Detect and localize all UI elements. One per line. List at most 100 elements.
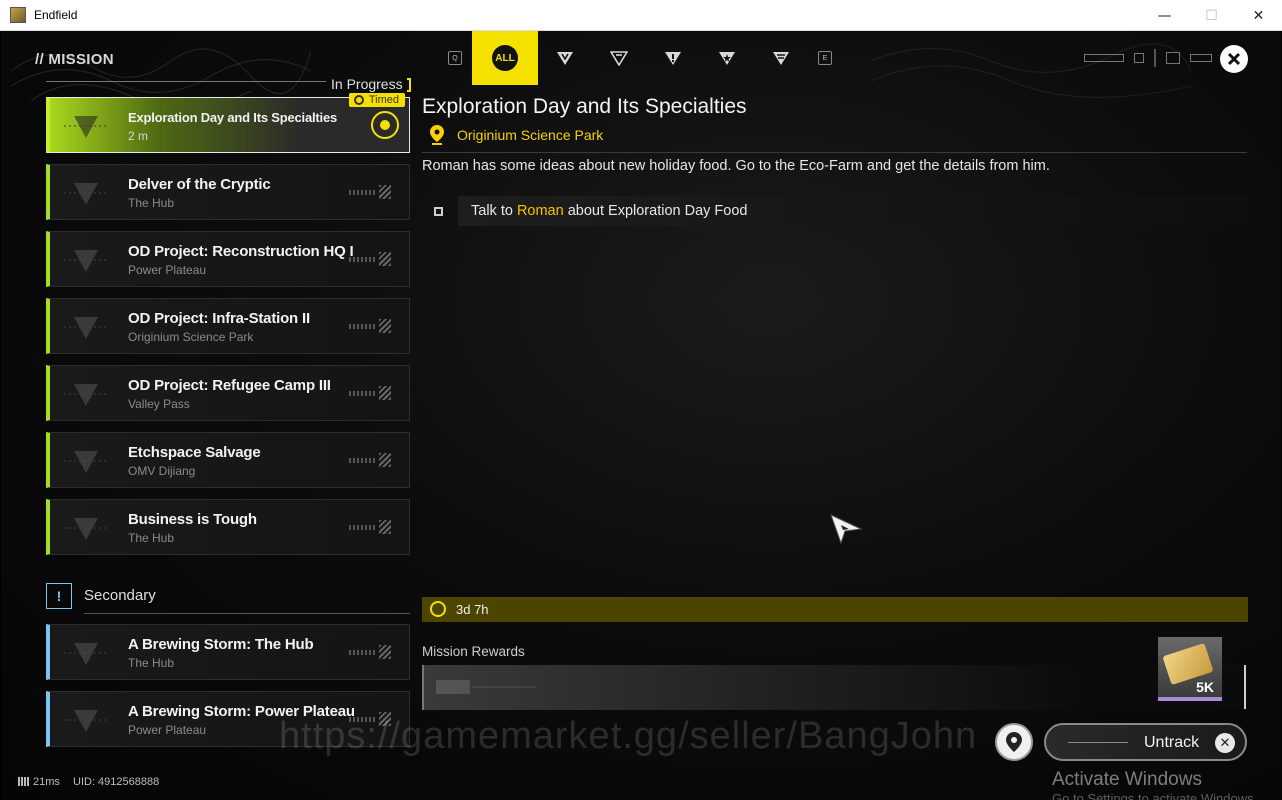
hatch-icon [379, 453, 391, 467]
hatch-icon [379, 185, 391, 199]
mission-filter-tabs: Q ALL E [438, 31, 842, 85]
close-button[interactable] [1220, 45, 1248, 73]
hatch-icon [379, 520, 391, 534]
mission-code-decoration [349, 190, 375, 195]
q-key-icon: Q [448, 51, 462, 65]
filter-tab-all[interactable]: ALL [472, 31, 538, 85]
mission-emblem-icon [64, 643, 108, 665]
reward-quantity: 5K [1196, 679, 1214, 695]
secondary-section-header: ! Secondary [46, 581, 410, 615]
mission-card[interactable]: Delver of the Cryptic The Hub [46, 164, 410, 220]
objective-text: Talk to Roman about Exploration Day Food [471, 203, 747, 219]
mission-name: A Brewing Storm: The Hub [128, 636, 314, 653]
app-icon [10, 7, 26, 23]
mission-name: Exploration Day and Its Specialties [128, 110, 338, 125]
filter-all-label: ALL [492, 45, 518, 71]
mission-code-decoration [349, 458, 375, 463]
rewards-strip [422, 665, 1247, 710]
mission-subtitle: Power Plateau [128, 723, 207, 737]
detail-divider [422, 152, 1247, 153]
objective-suffix: about Exploration Day Food [563, 203, 748, 219]
filter-tab-alert[interactable] [646, 31, 700, 85]
mission-subtitle: Valley Pass [128, 397, 190, 411]
window-controls: — ☐ ✕ [1141, 0, 1282, 31]
mission-subtitle: 2 m [128, 129, 149, 143]
hatch-icon [379, 319, 391, 333]
untrack-label: Untrack [1144, 734, 1200, 751]
prev-filter-key[interactable]: Q [438, 31, 472, 85]
tracked-target-icon[interactable] [371, 111, 399, 139]
mission-location: Originium Science Park [457, 127, 604, 143]
ping-readout: 21ms [33, 776, 60, 788]
reward-item[interactable]: 5K [1158, 637, 1222, 701]
mission-emblem-icon [64, 710, 108, 732]
user-id: UID: 4912568888 [73, 776, 160, 788]
mission-description: Roman has some ideas about new holiday f… [422, 158, 1050, 174]
mission-name: OD Project: Reconstruction HQ I [128, 243, 354, 260]
untrack-button[interactable]: Untrack ✕ [1044, 723, 1247, 761]
hatch-icon [379, 645, 391, 659]
mission-subtitle: Originium Science Park [128, 330, 254, 344]
mission-subtitle: OMV Dijiang [128, 464, 196, 478]
window-titlebar: Endfield — ☐ ✕ [0, 0, 1282, 31]
filter-tab-side[interactable] [592, 31, 646, 85]
mission-code-decoration [349, 525, 375, 530]
mission-name: Etchspace Salvage [128, 444, 261, 461]
game-viewport: // MISSION Q ALL E In Progress Explorati… [1, 31, 1281, 800]
mission-emblem-icon [64, 250, 108, 272]
timer-icon [430, 601, 446, 617]
map-decoration-right [871, 43, 1191, 98]
next-filter-key[interactable]: E [808, 31, 842, 85]
mission-subtitle: The Hub [128, 656, 175, 670]
hatch-icon [379, 252, 391, 266]
section-divider [84, 613, 410, 614]
side-mission-icon [610, 51, 628, 66]
mission-detail-title: Exploration Day and Its Specialties [422, 95, 747, 118]
mission-card[interactable]: Etchspace Salvage OMV Dijiang [46, 432, 410, 488]
mission-name: OD Project: Refugee Camp III [128, 377, 331, 394]
window-close-button[interactable]: ✕ [1235, 0, 1282, 31]
box-icon [436, 680, 536, 694]
mission-subtitle: The Hub [128, 196, 175, 210]
cursor-icon [830, 514, 863, 545]
mission-emblem-icon [64, 384, 108, 406]
mission-card[interactable]: Exploration Day and Its Specialties 2 m … [46, 93, 410, 153]
mission-name: Business is Tough [128, 511, 257, 528]
e-key-icon: E [818, 51, 832, 65]
main-mission-icon [557, 52, 573, 65]
rewards-label: Mission Rewards [422, 644, 525, 659]
signal-icon [18, 777, 30, 786]
mission-code-decoration [349, 391, 375, 396]
untrack-close-icon: ✕ [1215, 733, 1235, 753]
timed-badge: Timed [348, 93, 405, 107]
section-divider [46, 81, 326, 82]
mission-emblem-icon [64, 451, 108, 473]
section-bracket [407, 78, 411, 92]
location-pin-icon [430, 125, 444, 145]
minimize-button[interactable]: — [1141, 0, 1188, 31]
daily-mission-icon [773, 52, 789, 65]
clock-icon [353, 95, 364, 105]
close-icon [1227, 52, 1241, 66]
mission-card[interactable]: OD Project: Infra-Station II Originium S… [46, 298, 410, 354]
filter-tab-event[interactable] [700, 31, 754, 85]
filter-tab-main[interactable] [538, 31, 592, 85]
section-secondary: Secondary [84, 587, 156, 604]
page-title: // MISSION [35, 51, 114, 68]
map-location-button[interactable] [995, 723, 1033, 761]
mission-subtitle: Power Plateau [128, 263, 207, 277]
maximize-button[interactable]: ☐ [1188, 0, 1235, 31]
objective-npc: Roman [516, 203, 564, 219]
objective-checkbox-icon [434, 207, 443, 216]
map-pin-icon [1006, 732, 1022, 752]
timer-bar [422, 597, 1248, 622]
watermark: https://gamemarket.gg/seller/BangJohn [279, 715, 978, 757]
mission-card[interactable]: A Brewing Storm: The Hub The Hub [46, 624, 410, 680]
mission-card[interactable]: OD Project: Refugee Camp III Valley Pass [46, 365, 410, 421]
button-decoration [1068, 742, 1128, 743]
mission-card[interactable]: Business is Tough The Hub [46, 499, 410, 555]
mission-code-decoration [349, 324, 375, 329]
mission-code-decoration [349, 650, 375, 655]
mission-card[interactable]: OD Project: Reconstruction HQ I Power Pl… [46, 231, 410, 287]
filter-tab-daily[interactable] [754, 31, 808, 85]
